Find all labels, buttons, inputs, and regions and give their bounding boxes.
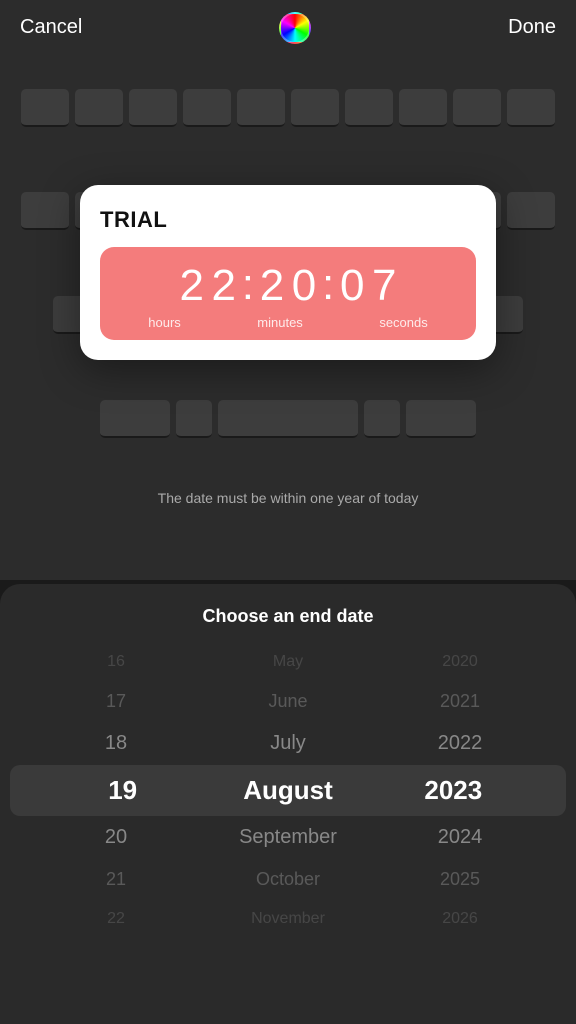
cancel-button[interactable]: Cancel bbox=[20, 16, 82, 39]
picker-day: 18 bbox=[30, 732, 202, 755]
hours-digit-2: 2 bbox=[210, 264, 238, 308]
date-picker-title: Choose an end date bbox=[0, 584, 576, 643]
picker-day: 22 bbox=[30, 910, 202, 928]
timer-card: TRIAL 2 2 : 2 0 : 0 7 hours minutes seco… bbox=[80, 185, 496, 360]
key[interactable] bbox=[129, 89, 177, 127]
picker-row[interactable]: 19 August 2023 bbox=[10, 765, 566, 816]
minutes-label: minutes bbox=[257, 315, 303, 330]
picker-month: July bbox=[202, 732, 374, 755]
key[interactable] bbox=[453, 89, 501, 127]
minutes-group: 2 0 bbox=[258, 264, 318, 308]
top-bar: Cancel Done bbox=[0, 0, 576, 55]
picker-year: 2025 bbox=[374, 869, 546, 890]
picker-day: 21 bbox=[30, 869, 202, 890]
picker-month: May bbox=[202, 653, 374, 671]
space-key[interactable] bbox=[218, 400, 358, 438]
minutes-digit-1: 2 bbox=[258, 264, 286, 308]
picker-month: June bbox=[202, 691, 374, 712]
key[interactable] bbox=[507, 89, 555, 127]
picker-year: 2021 bbox=[374, 691, 546, 712]
picker-month: August bbox=[205, 775, 370, 806]
color-wheel-icon[interactable] bbox=[279, 12, 311, 44]
key[interactable] bbox=[21, 192, 69, 230]
colon-2: : bbox=[318, 263, 338, 307]
picker-month: October bbox=[202, 869, 374, 890]
picker-rows: 16 May 2020 17 June 2021 18 July 2022 19… bbox=[0, 643, 576, 938]
picker-row[interactable]: 16 May 2020 bbox=[0, 643, 576, 681]
picker-year: 2022 bbox=[374, 732, 546, 755]
picker-day: 16 bbox=[30, 653, 202, 671]
date-restriction-message: The date must be within one year of toda… bbox=[0, 490, 576, 506]
key[interactable] bbox=[364, 400, 400, 438]
timer-labels: hours minutes seconds bbox=[110, 315, 466, 330]
date-picker: Choose an end date 16 May 2020 17 June 2… bbox=[0, 584, 576, 1024]
seconds-digit-1: 0 bbox=[338, 264, 366, 308]
colon-1: : bbox=[238, 263, 258, 307]
seconds-label: seconds bbox=[379, 315, 427, 330]
key[interactable] bbox=[237, 89, 285, 127]
key[interactable] bbox=[75, 89, 123, 127]
picker-year: 2020 bbox=[374, 653, 546, 671]
key[interactable] bbox=[345, 89, 393, 127]
key[interactable] bbox=[507, 192, 555, 230]
picker-day: 17 bbox=[30, 691, 202, 712]
done-button[interactable]: Done bbox=[508, 16, 556, 39]
picker-day: 19 bbox=[40, 775, 205, 806]
key[interactable] bbox=[21, 89, 69, 127]
picker-row[interactable]: 21 October 2025 bbox=[0, 859, 576, 900]
key[interactable] bbox=[183, 89, 231, 127]
picker-row[interactable]: 20 September 2024 bbox=[0, 816, 576, 859]
key[interactable] bbox=[100, 400, 170, 438]
picker-month: November bbox=[202, 910, 374, 928]
seconds-group: 0 7 bbox=[338, 264, 398, 308]
picker-year: 2024 bbox=[374, 826, 546, 849]
picker-month: September bbox=[202, 826, 374, 849]
key[interactable] bbox=[291, 89, 339, 127]
picker-row[interactable]: 18 July 2022 bbox=[0, 722, 576, 765]
timer-display: 2 2 : 2 0 : 0 7 hours minutes seconds bbox=[100, 247, 476, 340]
minutes-digit-2: 0 bbox=[290, 264, 318, 308]
seconds-digit-2: 7 bbox=[370, 264, 398, 308]
key[interactable] bbox=[176, 400, 212, 438]
picker-day: 20 bbox=[30, 826, 202, 849]
hours-group: 2 2 bbox=[178, 264, 238, 308]
picker-row[interactable]: 17 June 2021 bbox=[0, 681, 576, 722]
card-title: TRIAL bbox=[100, 207, 476, 233]
hours-digit-1: 2 bbox=[178, 264, 206, 308]
picker-year: 2023 bbox=[371, 775, 536, 806]
picker-row[interactable]: 22 November 2026 bbox=[0, 900, 576, 938]
key[interactable] bbox=[406, 400, 476, 438]
hours-label: hours bbox=[148, 315, 181, 330]
key[interactable] bbox=[399, 89, 447, 127]
picker-year: 2026 bbox=[374, 910, 546, 928]
timer-digits: 2 2 : 2 0 : 0 7 bbox=[110, 263, 466, 309]
